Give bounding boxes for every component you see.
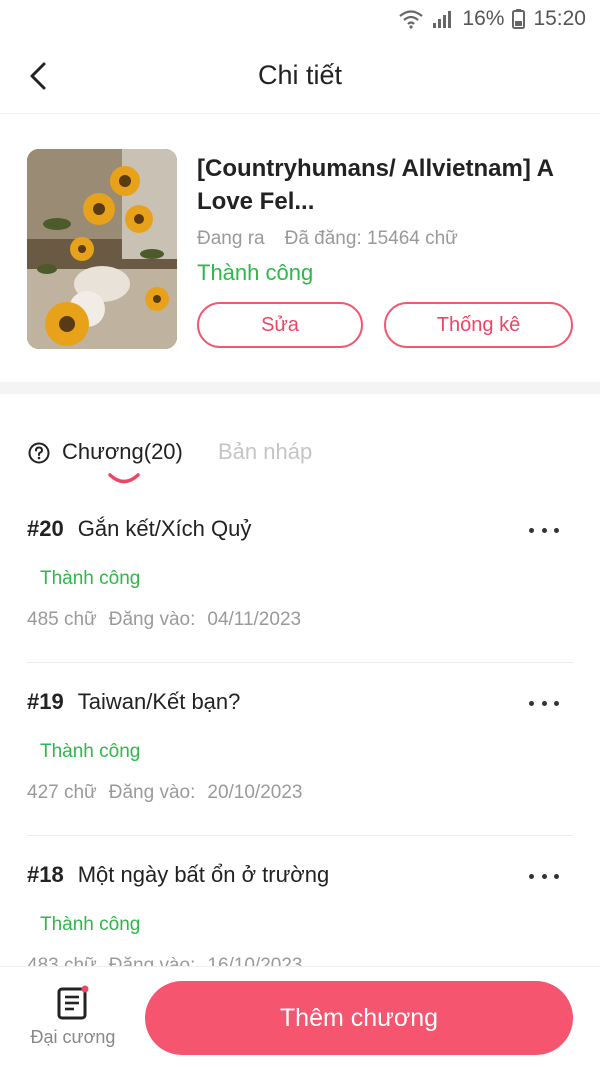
- more-options-icon[interactable]: [529, 866, 559, 886]
- chapter-posted-label: Đăng vào:: [108, 782, 196, 803]
- outline-label: Đại cương: [30, 1027, 116, 1047]
- chapter-status: Thành công: [40, 568, 141, 589]
- more-options-icon[interactable]: [529, 693, 559, 713]
- help-icon[interactable]: [28, 442, 50, 464]
- tab-drafts[interactable]: Bản nháp: [218, 439, 312, 465]
- chapter-title: #18 Một ngày bất ổn ở trường: [27, 862, 329, 888]
- story-state: Đang ra: [197, 228, 265, 249]
- chapter-number: #19: [27, 689, 64, 714]
- status-icons: 16% 15:20: [398, 7, 586, 31]
- more-options-icon[interactable]: [529, 520, 559, 540]
- chapter-number: #20: [27, 516, 64, 541]
- status-bar: 16% 15:20: [0, 0, 600, 40]
- battery-icon: [512, 9, 526, 29]
- chapter-name: Gắn kết/Xích Quỷ: [77, 516, 252, 541]
- chapter-number: #18: [27, 862, 64, 887]
- story-title: [Countryhumans/ Allvietnam] A Love Fel..…: [197, 155, 554, 215]
- chapter-date: 20/10/2023: [207, 782, 303, 803]
- outline-document-icon: [57, 985, 89, 1020]
- chapter-tabs: Chương(20) Bản nháp: [0, 420, 600, 490]
- clock: 15:20: [533, 7, 586, 30]
- signal-icon: [433, 11, 452, 28]
- story-word-count: Đã đăng: 15464 chữ: [284, 228, 458, 249]
- chapter-meta: 427 chữ Đăng vào: 20/10/2023: [27, 782, 302, 804]
- page-title: Chi tiết: [257, 60, 343, 90]
- edit-button[interactable]: Sửa: [197, 302, 363, 348]
- section-divider: [0, 382, 600, 394]
- story-cover-image[interactable]: [27, 149, 177, 349]
- chapter-name: Một ngày bất ổn ở trường: [77, 862, 330, 887]
- chapter-item[interactable]: #20 Gắn kết/Xích Quỷ Thành công 485 chữ Đ…: [27, 490, 573, 663]
- chapter-word-count: 483 chữ: [27, 955, 97, 966]
- chapter-posted-label: Đăng vào:: [108, 955, 196, 966]
- outline-button[interactable]: Đại cương: [18, 981, 128, 1057]
- top-nav: Chi tiết: [0, 40, 600, 114]
- chapter-meta: 483 chữ Đăng vào: 16/10/2023: [27, 955, 302, 966]
- chapter-status: Thành công: [40, 914, 141, 935]
- chapter-item[interactable]: #19 Taiwan/Kết bạn? Thành công 427 chữ Đă…: [27, 663, 573, 836]
- bottom-action-bar: Đại cương Thêm chương: [0, 966, 600, 1067]
- chapter-date: 16/10/2023: [207, 955, 303, 966]
- story-meta: Đang ra Đã đăng: 15464 chữ: [197, 228, 458, 250]
- wifi-icon: [399, 10, 424, 29]
- tab-chapters[interactable]: Chương(20): [62, 439, 183, 465]
- chapter-meta: 485 chữ Đăng vào: 04/11/2023: [27, 609, 301, 631]
- story-summary: [Countryhumans/ Allvietnam] A Love Fel..…: [0, 114, 600, 382]
- chapter-date: 04/11/2023: [207, 609, 302, 630]
- chapter-posted-label: Đăng vào:: [108, 609, 196, 630]
- chapter-list: #20 Gắn kết/Xích Quỷ Thành công 485 chữ Đ…: [0, 490, 600, 966]
- chapter-item[interactable]: #18 Một ngày bất ổn ở trường Thành công 4…: [27, 836, 573, 966]
- chapter-status: Thành công: [40, 741, 141, 762]
- chapter-word-count: 427 chữ: [27, 782, 97, 803]
- chapter-title: #19 Taiwan/Kết bạn?: [27, 689, 240, 715]
- story-status: Thành công: [197, 260, 314, 285]
- chapter-title: #20 Gắn kết/Xích Quỷ: [27, 516, 251, 542]
- stats-button[interactable]: Thống kê: [384, 302, 573, 348]
- chapter-word-count: 485 chữ: [27, 609, 97, 630]
- active-tab-indicator: [108, 473, 140, 484]
- battery-percent: 16%: [462, 7, 505, 30]
- chapter-name: Taiwan/Kết bạn?: [77, 689, 241, 714]
- add-chapter-button[interactable]: Thêm chương: [145, 981, 573, 1055]
